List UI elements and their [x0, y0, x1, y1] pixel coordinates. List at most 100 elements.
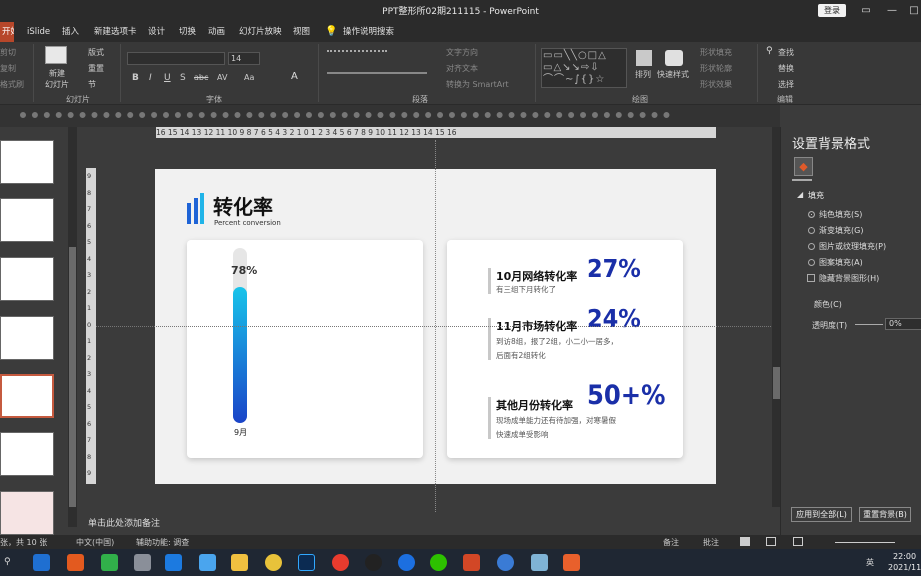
login-button[interactable]: 登录: [818, 4, 846, 17]
app-icon[interactable]: [67, 554, 84, 571]
app-icon[interactable]: [563, 554, 580, 571]
app-icon[interactable]: [332, 554, 349, 571]
replace-button[interactable]: 替换: [778, 63, 794, 74]
radio-gradient-fill[interactable]: [808, 227, 815, 234]
app-icon[interactable]: [134, 554, 151, 571]
option-label[interactable]: 渐变填充(G): [819, 225, 863, 236]
char-spacing-button[interactable]: AV: [217, 73, 227, 82]
tab-design[interactable]: 设计: [146, 22, 167, 42]
quick-styles-icon[interactable]: [665, 50, 683, 66]
photoshop-icon[interactable]: [298, 554, 315, 571]
thumbnail[interactable]: [0, 316, 54, 360]
app-icon[interactable]: [398, 554, 415, 571]
radio-pattern-fill[interactable]: [808, 259, 815, 266]
fill-section-label[interactable]: 填充: [808, 190, 824, 201]
find-button[interactable]: 查找: [778, 47, 794, 58]
comments-toggle[interactable]: 批注: [703, 537, 719, 548]
clock-date[interactable]: 2021/11: [888, 563, 921, 572]
option-label[interactable]: 图片或纹理填充(P): [819, 241, 886, 252]
new-slide-icon[interactable]: [45, 46, 67, 64]
wechat-icon[interactable]: [430, 554, 447, 571]
chevron-down-icon[interactable]: ◢: [797, 190, 803, 199]
toolbar-icons[interactable]: [20, 112, 670, 120]
align-text-button[interactable]: 对齐文本: [446, 63, 478, 74]
app-icon[interactable]: [531, 554, 548, 571]
accessibility-status[interactable]: 辅助功能: 调查: [136, 537, 189, 548]
tab-insert[interactable]: 插入: [60, 22, 81, 42]
thumbnail[interactable]: [0, 491, 54, 535]
tab-transitions[interactable]: 切换: [177, 22, 198, 42]
edge-icon[interactable]: [33, 554, 50, 571]
reading-view-icon[interactable]: [793, 537, 803, 546]
sorter-view-icon[interactable]: [766, 537, 776, 546]
apply-all-button[interactable]: 应用到全部(L): [791, 507, 852, 522]
thumbnail[interactable]: [0, 140, 54, 184]
align-icons[interactable]: [327, 72, 427, 80]
hide-bg-checkbox[interactable]: [807, 274, 815, 282]
notes-area[interactable]: 单击此处添加备注: [78, 513, 780, 531]
thumbnail-selected[interactable]: [0, 374, 54, 418]
maximize-icon[interactable]: □: [906, 3, 921, 19]
tab-view[interactable]: 视图: [291, 22, 312, 42]
tab-animations[interactable]: 动画: [206, 22, 227, 42]
thumbnail-scrollbar[interactable]: [68, 127, 77, 527]
radio-solid-fill[interactable]: [808, 211, 815, 218]
app-icon[interactable]: [265, 554, 282, 571]
shape-fill-button[interactable]: 形状填充: [700, 47, 732, 58]
app-icon[interactable]: [199, 554, 216, 571]
italic-button[interactable]: I: [149, 73, 152, 83]
app-icon[interactable]: [165, 554, 182, 571]
option-label[interactable]: 纯色填充(S): [819, 209, 862, 220]
radio-picture-fill[interactable]: [808, 243, 815, 250]
underline-button[interactable]: U: [164, 73, 171, 83]
shape-outline-button[interactable]: 形状轮廓: [700, 63, 732, 74]
shapes-gallery[interactable]: ▭▭╲╲○□△ ▭△↘↘⇨⇩ ⌒⌒∼∫{}☆: [541, 48, 627, 88]
format-painter-button[interactable]: 格式刷: [0, 79, 24, 90]
quick-styles-button[interactable]: 快速样式: [657, 69, 689, 80]
minimize-icon[interactable]: —: [884, 3, 900, 19]
tell-me-search[interactable]: 操作说明搜索: [341, 22, 396, 42]
option-label[interactable]: 图案填充(A): [819, 257, 863, 268]
font-color-icon[interactable]: A: [291, 71, 298, 82]
app-icon[interactable]: [101, 554, 118, 571]
qq-icon[interactable]: [365, 554, 382, 571]
layout-button[interactable]: 版式: [88, 47, 104, 58]
select-button[interactable]: 选择: [778, 79, 794, 90]
ribbon-display-icon[interactable]: ▭: [858, 3, 874, 19]
copy-button[interactable]: 复制: [0, 63, 16, 74]
change-case-button[interactable]: Aa: [244, 73, 254, 82]
horizontal-guide[interactable]: [96, 326, 771, 327]
normal-view-icon[interactable]: [740, 537, 750, 546]
tab-home[interactable]: 开始: [0, 22, 14, 42]
arrange-icon[interactable]: [636, 50, 652, 66]
new-slide-button[interactable]: 新建 幻灯片: [40, 68, 74, 90]
thumbnail[interactable]: [0, 257, 54, 301]
shape-effects-button[interactable]: 形状效果: [700, 79, 732, 90]
tab-islide[interactable]: iSlide: [25, 22, 52, 42]
tab-new[interactable]: 新建选项卡: [92, 22, 139, 42]
thumbnail[interactable]: [0, 432, 54, 476]
section-button[interactable]: 节: [88, 79, 96, 90]
smartart-button[interactable]: 转换为 SmartArt: [446, 79, 509, 90]
zoom-slider[interactable]: [835, 542, 895, 543]
text-direction-button[interactable]: 文字方向: [446, 47, 478, 58]
file-explorer-icon[interactable]: [231, 554, 248, 571]
reset-button[interactable]: 重置: [88, 63, 104, 74]
app-icon[interactable]: [497, 554, 514, 571]
strikethrough-button[interactable]: abc: [194, 73, 208, 82]
language-status[interactable]: 中文(中国): [76, 537, 114, 548]
search-icon[interactable]: ⚲: [4, 557, 16, 568]
font-name-input[interactable]: [127, 52, 225, 65]
tab-slideshow[interactable]: 幻灯片放映: [237, 22, 284, 42]
transparency-input[interactable]: 0%: [885, 318, 921, 330]
ime-indicator[interactable]: 英: [866, 557, 874, 568]
shadow-button[interactable]: S: [180, 73, 186, 83]
font-size-input[interactable]: 14: [228, 52, 260, 65]
thumbnail[interactable]: [0, 198, 54, 242]
clock-time[interactable]: 22:00: [893, 552, 916, 561]
bold-button[interactable]: B: [132, 73, 139, 83]
powerpoint-icon[interactable]: [463, 554, 480, 571]
cut-button[interactable]: 剪切: [0, 47, 16, 58]
paint-bucket-icon[interactable]: ◆: [794, 157, 813, 176]
bullets-icon[interactable]: [327, 50, 387, 58]
